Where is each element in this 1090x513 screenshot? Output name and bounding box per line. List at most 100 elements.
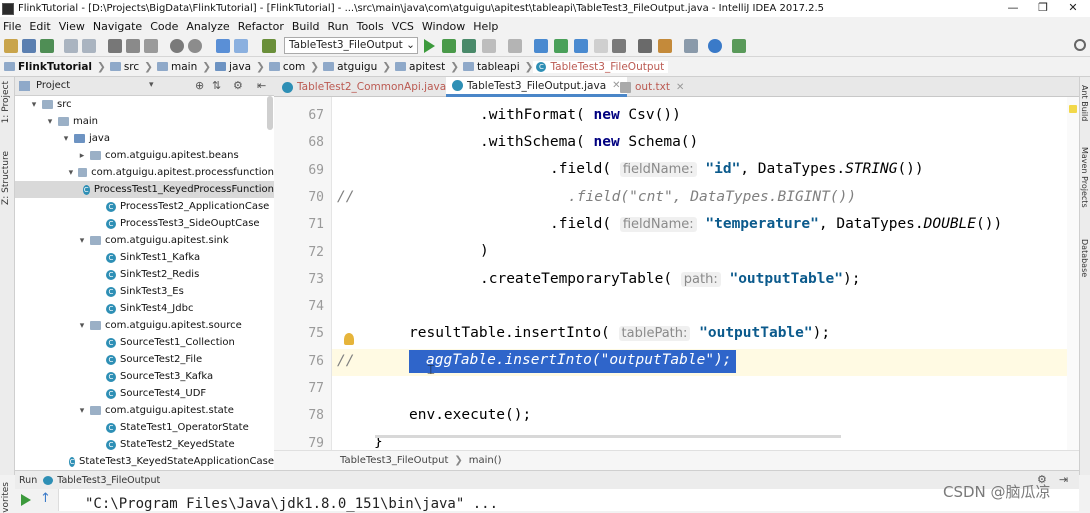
vcs-compare-icon[interactable]	[574, 39, 588, 53]
menu-view[interactable]: View	[56, 20, 90, 33]
tree-folder-item[interactable]: ▾ java	[15, 130, 274, 147]
run-config-select[interactable]: TableTest3_FileOutput ⌄	[284, 37, 418, 54]
rerun-icon[interactable]	[21, 494, 31, 506]
tree-class-item[interactable]: C SourceTest2_File	[15, 351, 274, 368]
favorites-tool-tab[interactable]: vorites	[1, 482, 11, 513]
tree-class-item[interactable]: C SinkTest2_Redis	[15, 266, 274, 283]
tree-folder-item[interactable]: ▾ src	[15, 96, 274, 113]
vcs-history-icon[interactable]	[594, 39, 608, 53]
tree-class-item[interactable]: C ProcessTest2_ApplicationCase	[15, 198, 274, 215]
scroll-from-source-icon[interactable]: ⊕	[195, 79, 204, 92]
tree-folder-item[interactable]: ▸ com.atguigu.apitest.beans	[15, 147, 274, 164]
tree-class-item[interactable]: C ProcessTest3_SideOuptCase	[15, 215, 274, 232]
structure-tool-tab[interactable]: Z: Structure	[1, 151, 11, 205]
database-tab[interactable]: Database	[1080, 239, 1089, 277]
back-icon[interactable]	[216, 39, 230, 53]
project-structure-icon[interactable]	[508, 39, 522, 53]
selected-code-line-76[interactable]: aggTable.insertInto("outputTable");	[409, 350, 736, 373]
expanded-arrow-icon[interactable]: ▾	[77, 321, 87, 331]
sdk-icon[interactable]	[684, 39, 698, 53]
horizontal-scrollbar[interactable]	[375, 435, 841, 438]
run-config-tab[interactable]: TableTest3_FileOutput	[57, 475, 160, 486]
crumb-project[interactable]: FlinkTutorial ❯	[0, 61, 106, 73]
menu-run[interactable]: Run	[325, 20, 354, 33]
tree-folder-item[interactable]: ▾ com.atguigu.apitest.processfunction	[15, 164, 274, 181]
search-everywhere-icon[interactable]	[1074, 39, 1086, 51]
expanded-arrow-icon[interactable]: ▾	[67, 168, 75, 178]
menu-code[interactable]: Code	[147, 20, 183, 33]
editor-scrollbar[interactable]	[1067, 97, 1079, 450]
forward-icon[interactable]	[234, 39, 248, 53]
tree-class-item[interactable]: C StateTest3_KeyedStateApplicationCase	[15, 453, 274, 470]
coverage-icon[interactable]	[462, 39, 476, 53]
paste-icon[interactable]	[144, 39, 158, 53]
expanded-arrow-icon[interactable]: ▾	[77, 406, 87, 416]
tree-class-item[interactable]: C ProcessTest1_KeyedProcessFunction	[15, 181, 274, 198]
sync-icon[interactable]	[40, 39, 54, 53]
crumb-apitest[interactable]: apitest ❯	[391, 61, 459, 73]
editor-crumb-class[interactable]: TableTest3_FileOutput	[340, 455, 448, 466]
hide-panel-icon[interactable]: ⇥	[1059, 473, 1068, 486]
tab-out-txt[interactable]: out.txt ✕	[614, 77, 690, 97]
menu-help[interactable]: Help	[470, 20, 503, 33]
menu-tools[interactable]: Tools	[354, 20, 389, 33]
expanded-arrow-icon[interactable]: ▾	[61, 134, 71, 144]
hide-panel-icon[interactable]: ⇤	[257, 79, 266, 92]
vcs-commit-icon[interactable]	[554, 39, 568, 53]
plugin-icon[interactable]	[732, 39, 746, 53]
crumb-tableapi[interactable]: tableapi ❯	[459, 61, 533, 73]
gear-icon[interactable]: ⚙	[233, 79, 243, 92]
tree-class-item[interactable]: C SourceTest1_Collection	[15, 334, 274, 351]
close-window-button[interactable]: ✕	[1058, 0, 1088, 17]
tree-folder-item[interactable]: ▾ com.atguigu.apitest.source	[15, 317, 274, 334]
help-icon[interactable]	[708, 39, 722, 53]
build-icon[interactable]	[262, 39, 276, 53]
inspection-status-icon[interactable]	[1069, 105, 1077, 113]
tree-folder-item[interactable]: ▾ com.atguigu.apitest.sink	[15, 232, 274, 249]
cut-icon[interactable]	[108, 39, 122, 53]
copy-icon[interactable]	[126, 39, 140, 53]
tree-class-item[interactable]: C StateTest2_KeyedState	[15, 436, 274, 453]
expanded-arrow-icon[interactable]: ▾	[77, 236, 87, 246]
crumb-file[interactable]: C TableTest3_FileOutput	[533, 60, 669, 73]
lightbulb-icon[interactable]	[344, 333, 354, 345]
crumb-com[interactable]: com ❯	[265, 61, 319, 73]
expanded-arrow-icon[interactable]: ▾	[45, 117, 55, 127]
tree-class-item[interactable]: C SourceTest4_UDF	[15, 385, 274, 402]
crumb-java[interactable]: java ❯	[211, 61, 265, 73]
tree-folder-item[interactable]: ▾ main	[15, 113, 274, 130]
project-panel-title[interactable]: Project	[36, 80, 70, 91]
crumb-main[interactable]: main ❯	[153, 61, 211, 73]
redo-icon[interactable]	[82, 39, 96, 53]
menu-file[interactable]: File	[0, 20, 26, 33]
replace-icon[interactable]	[188, 39, 202, 53]
tree-class-item[interactable]: C SinkTest3_Es	[15, 283, 274, 300]
code-editor[interactable]: .withFormat( new Csv()) .withSchema( new…	[332, 97, 1067, 450]
expanded-arrow-icon[interactable]: ▾	[29, 100, 39, 110]
crumb-atguigu[interactable]: atguigu ❯	[319, 61, 391, 73]
run-icon[interactable]	[424, 39, 435, 53]
tree-class-item[interactable]: C StateTest1_OperatorState	[15, 419, 274, 436]
open-folder-icon[interactable]	[4, 39, 18, 53]
tree-class-item[interactable]: C SinkTest1_Kafka	[15, 249, 274, 266]
undo-icon[interactable]	[64, 39, 78, 53]
crumb-src[interactable]: src ❯	[106, 61, 153, 73]
tree-class-item[interactable]: C SourceTest3_Kafka	[15, 368, 274, 385]
view-dropdown-chevron-icon[interactable]: ▾	[149, 80, 154, 90]
menu-window[interactable]: Window	[419, 20, 470, 33]
vcs-update-icon[interactable]	[534, 39, 548, 53]
settings-icon[interactable]	[638, 39, 652, 53]
ant-build-tab[interactable]: Ant Build	[1080, 85, 1089, 121]
tree-class-item[interactable]: C SinkTest4_Jdbc	[15, 300, 274, 317]
up-arrow-icon[interactable]: ↑	[40, 491, 51, 506]
tree-scrollbar[interactable]	[267, 96, 273, 130]
maven-projects-tab[interactable]: Maven Projects	[1080, 147, 1089, 208]
menu-refactor[interactable]: Refactor	[235, 20, 289, 33]
tab-tabletest3-fileoutput[interactable]: TableTest3_FileOutput.java ✕	[446, 77, 627, 97]
run-panel-label[interactable]: Run	[19, 475, 37, 486]
collapse-all-icon[interactable]: ⇅	[212, 79, 221, 92]
tab-tabletest2-commonapi[interactable]: TableTest2_CommonApi.java✕	[276, 77, 467, 97]
revert-icon[interactable]	[612, 39, 626, 53]
debug-icon[interactable]	[442, 39, 456, 53]
editor-crumb-method[interactable]: main()	[469, 455, 502, 466]
